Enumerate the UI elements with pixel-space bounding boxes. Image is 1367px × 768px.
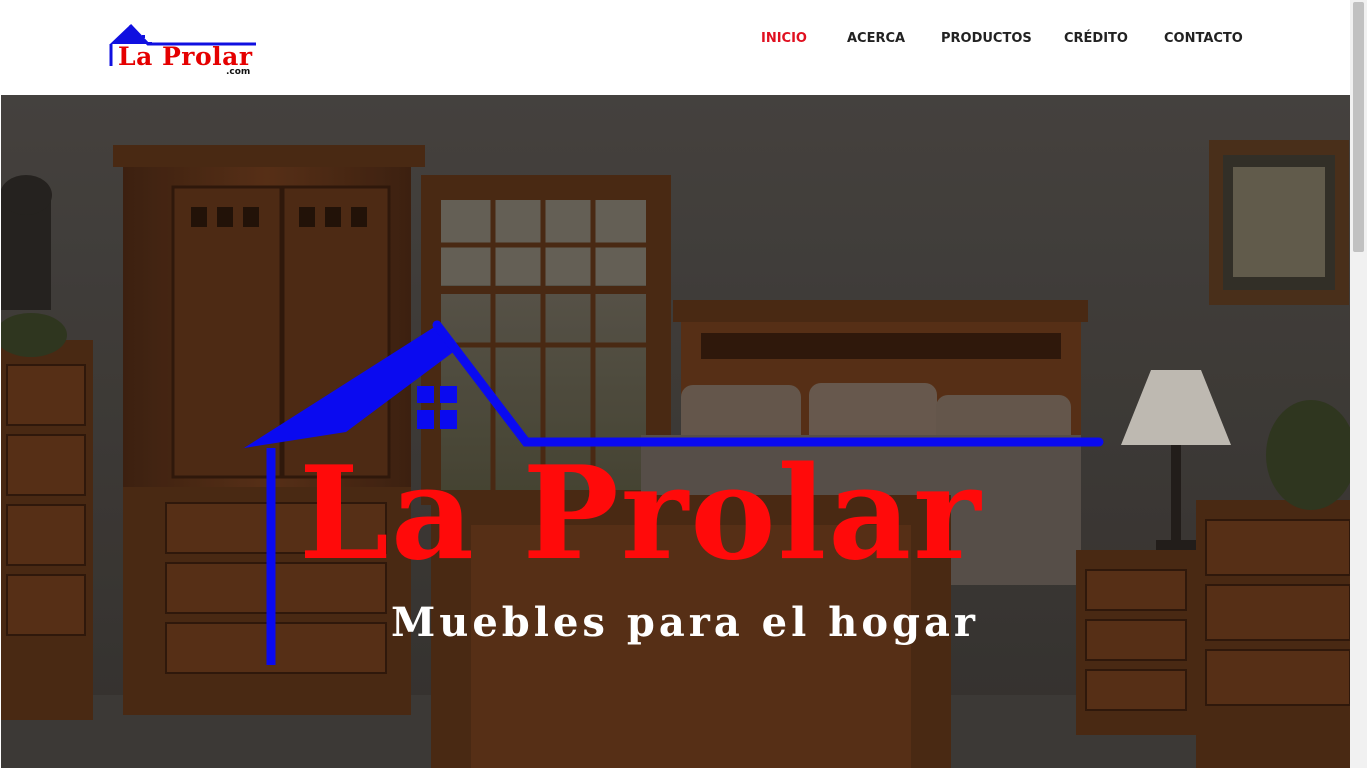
nav-item-credito[interactable]: CRÉDITO: [1064, 30, 1128, 48]
nav-item-contacto[interactable]: CONTACTO: [1164, 30, 1243, 48]
scrollbar-thumb[interactable]: [1353, 2, 1364, 252]
page-scrollbar[interactable]: [1350, 0, 1367, 768]
nav-item-productos[interactable]: PRODUCTOS: [941, 30, 1032, 48]
site-header: La Prolar .com INICIO ACERCA PRODUCTOS C…: [0, 0, 1350, 95]
hero-title: La Prolar: [299, 439, 983, 589]
nav-item-acerca[interactable]: ACERCA: [847, 30, 905, 48]
hero-tagline: Muebles para el hogar: [391, 599, 979, 646]
hero-banner: La Prolar Muebles para el hogar: [1, 95, 1350, 768]
nav-item-inicio[interactable]: INICIO: [761, 30, 807, 48]
brand-tld: .com: [226, 67, 251, 77]
brand-name: La Prolar: [118, 42, 253, 71]
brand-logo-link[interactable]: La Prolar .com: [108, 22, 258, 80]
